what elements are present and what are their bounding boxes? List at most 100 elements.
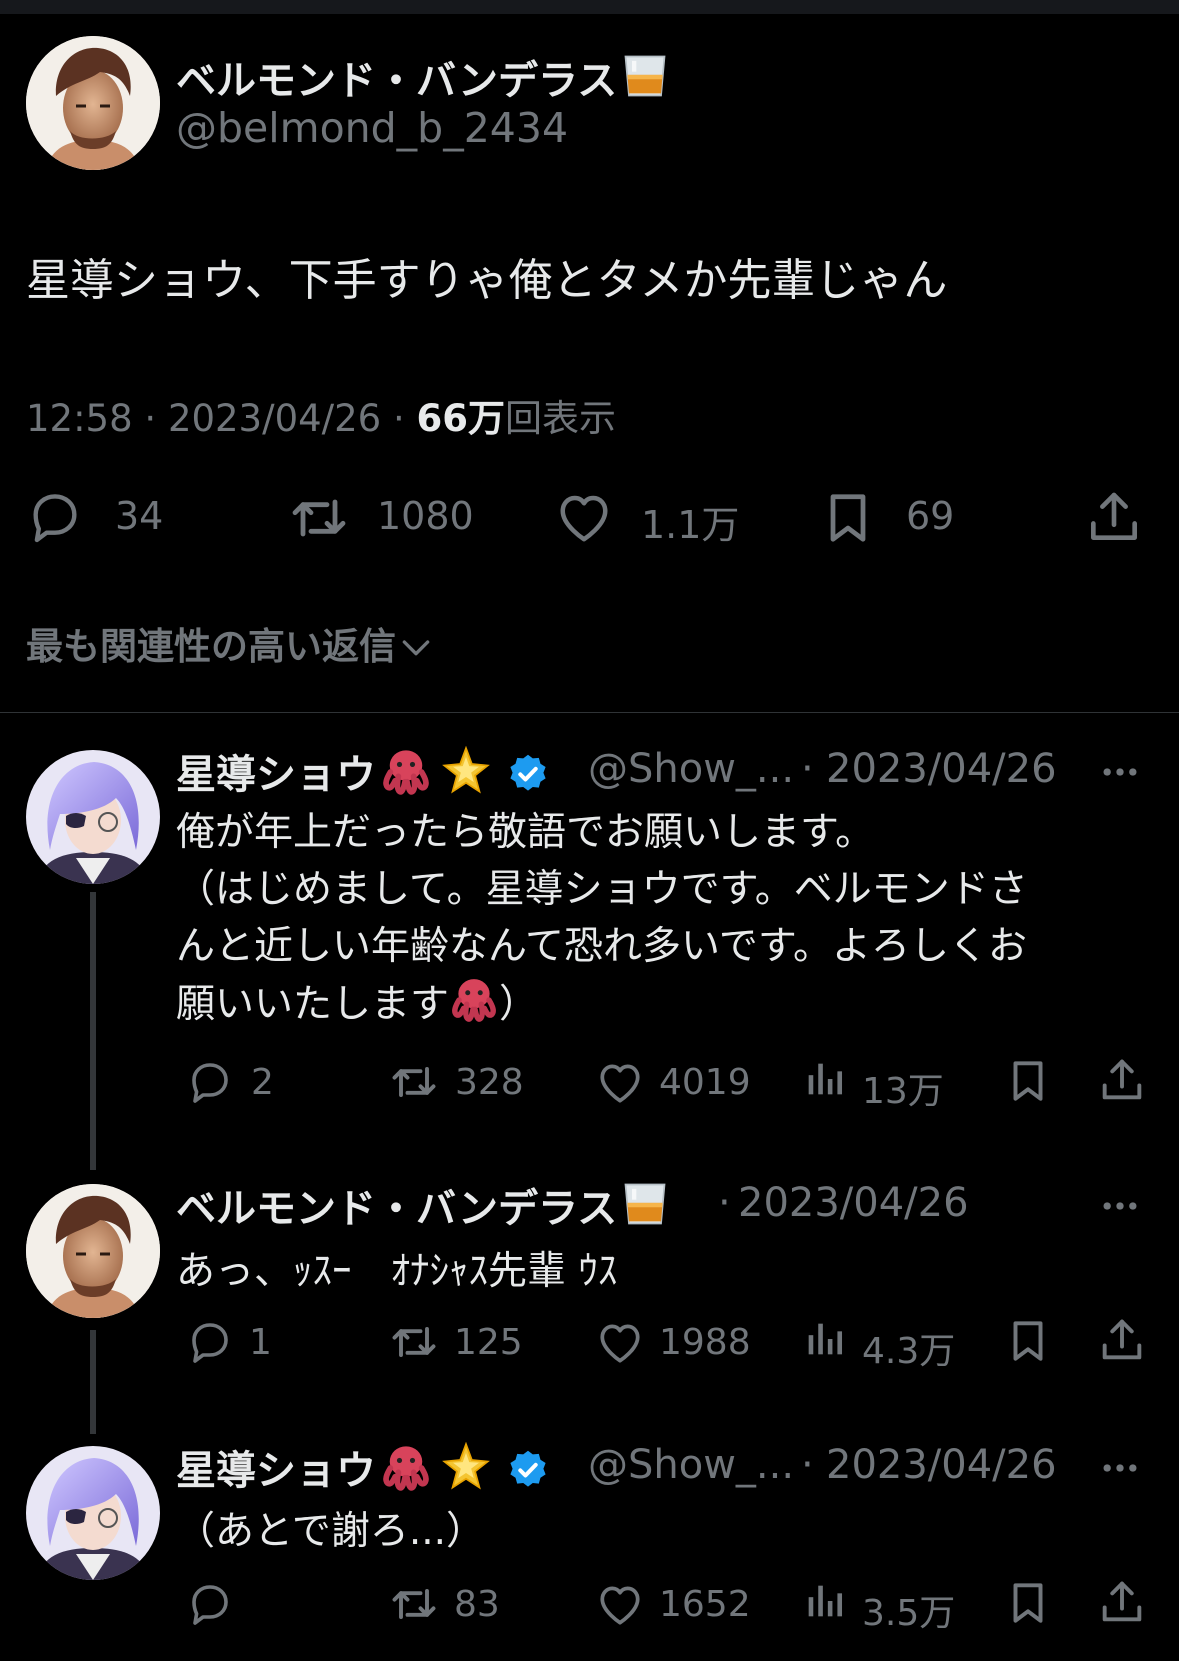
views-icon bbox=[808, 1585, 843, 1617]
tweet-time: 12:58 bbox=[26, 397, 133, 440]
view-count: 3.5万 bbox=[862, 1593, 956, 1634]
separator: · bbox=[801, 1442, 814, 1488]
octopus-icon bbox=[449, 975, 499, 1025]
avatar[interactable] bbox=[26, 1184, 160, 1318]
reply-icon bbox=[192, 1323, 228, 1363]
separator: · bbox=[801, 746, 814, 792]
reply-date[interactable]: 2023/04/26 bbox=[826, 1442, 1057, 1488]
views-button[interactable] bbox=[801, 1578, 847, 1624]
more-options-button[interactable] bbox=[1098, 1184, 1142, 1228]
reply-button[interactable] bbox=[186, 1318, 234, 1366]
share-button[interactable] bbox=[1096, 1576, 1148, 1628]
more-icon bbox=[1103, 1202, 1137, 1210]
retweet-button[interactable] bbox=[287, 486, 351, 550]
bookmark-button[interactable] bbox=[1003, 1578, 1053, 1628]
bookmark-icon bbox=[1013, 1061, 1043, 1101]
sparkle-star-icon bbox=[440, 746, 492, 798]
more-options-button[interactable] bbox=[1098, 1446, 1142, 1490]
author-handle[interactable]: @belmond_b_2434 bbox=[176, 104, 568, 152]
tweet-meta: 12:58 · 2023/04/26 · 66万回表示 bbox=[26, 397, 616, 440]
reply-count: 1 bbox=[249, 1322, 272, 1363]
separator: · bbox=[718, 1180, 731, 1226]
views-button[interactable] bbox=[801, 1316, 847, 1362]
share-button[interactable] bbox=[1096, 1054, 1148, 1106]
bookmark-icon bbox=[1013, 1583, 1043, 1623]
avatar[interactable] bbox=[26, 1446, 160, 1580]
whisky-glass-icon bbox=[619, 50, 671, 102]
like-count: 1988 bbox=[659, 1322, 751, 1363]
like-count: 1.1万 bbox=[641, 503, 740, 547]
retweet-button[interactable] bbox=[388, 1056, 440, 1108]
sparkle-star-icon bbox=[440, 1442, 492, 1494]
verified-badge-icon bbox=[506, 752, 550, 796]
octopus-icon bbox=[380, 746, 432, 798]
bookmark-count: 69 bbox=[906, 494, 955, 538]
reply-date[interactable]: 2023/04/26 bbox=[826, 746, 1057, 792]
tweet-date[interactable]: 2023/04/26 bbox=[168, 397, 381, 440]
like-button[interactable] bbox=[595, 1058, 645, 1108]
bookmark-icon bbox=[818, 488, 878, 548]
author-name-row: 星導ショウ bbox=[176, 742, 550, 800]
author-name: 星導ショウ bbox=[176, 1448, 376, 1494]
reply-sort-label: 最も関連性の高い返信 bbox=[26, 625, 396, 668]
retweet-icon bbox=[287, 486, 351, 550]
like-button[interactable] bbox=[595, 1580, 645, 1630]
like-icon bbox=[554, 488, 614, 548]
author-handle[interactable]: @Show_... bbox=[588, 1442, 794, 1488]
verified-badge-icon bbox=[506, 1448, 550, 1492]
view-count: 13万 bbox=[862, 1071, 944, 1112]
avatar[interactable] bbox=[26, 750, 160, 884]
retweet-button[interactable] bbox=[388, 1578, 440, 1630]
like-icon bbox=[600, 1324, 640, 1363]
view-count: 66万 bbox=[416, 397, 506, 440]
tweet-text: 星導ショウ、下手すりゃ俺とタメか先輩じゃん bbox=[26, 255, 948, 306]
reply-button[interactable] bbox=[186, 1580, 234, 1628]
author-name-row: 星導ショウ bbox=[176, 1438, 550, 1496]
reply-text: あっ、ｯｽｰ ｵﾅｼｬｽ先輩 ｳｽ bbox=[176, 1249, 618, 1294]
reply-button[interactable] bbox=[186, 1058, 234, 1106]
author-name: ベルモンド・バンデラス bbox=[176, 58, 618, 104]
author-name: ベルモンド・バンデラス bbox=[176, 1186, 618, 1232]
reply-icon bbox=[26, 488, 84, 546]
reply-text: （あとで謝ろ...） bbox=[176, 1509, 486, 1554]
views-button[interactable] bbox=[801, 1056, 847, 1102]
retweet-count: 125 bbox=[454, 1322, 523, 1363]
retweet-button[interactable] bbox=[388, 1316, 440, 1368]
reply-sort-dropdown[interactable]: 最も関連性の高い返信 bbox=[26, 616, 436, 670]
retweet-icon bbox=[392, 1327, 436, 1357]
retweet-icon bbox=[392, 1589, 436, 1619]
reply-count: 34 bbox=[115, 494, 164, 538]
whisky-glass-icon bbox=[619, 1178, 671, 1230]
more-icon bbox=[1103, 768, 1137, 776]
bookmark-icon bbox=[1013, 1321, 1043, 1361]
bookmark-button[interactable] bbox=[1003, 1056, 1053, 1106]
reply-button[interactable] bbox=[26, 488, 84, 546]
more-options-button[interactable] bbox=[1098, 750, 1142, 794]
more-icon bbox=[1103, 1464, 1137, 1472]
author-handle[interactable]: @Show_... bbox=[588, 746, 794, 792]
like-button[interactable] bbox=[554, 488, 614, 548]
retweet-count: 83 bbox=[454, 1584, 500, 1625]
like-button[interactable] bbox=[595, 1318, 645, 1368]
reply-date[interactable]: 2023/04/26 bbox=[738, 1180, 969, 1226]
like-icon bbox=[600, 1064, 640, 1103]
avatar[interactable] bbox=[26, 36, 160, 170]
retweet-icon bbox=[392, 1067, 436, 1097]
retweet-count: 1080 bbox=[377, 494, 474, 538]
share-button[interactable] bbox=[1083, 486, 1145, 548]
views-icon bbox=[808, 1063, 843, 1095]
reply-count: 2 bbox=[251, 1062, 274, 1103]
bookmark-button[interactable] bbox=[1003, 1316, 1053, 1366]
share-icon bbox=[1102, 1581, 1142, 1622]
like-count: 1652 bbox=[659, 1584, 751, 1625]
bookmark-button[interactable] bbox=[818, 488, 878, 548]
thread-line bbox=[90, 892, 96, 1170]
share-button[interactable] bbox=[1096, 1314, 1148, 1366]
view-count-label: 回表示 bbox=[505, 397, 616, 440]
divider bbox=[0, 712, 1179, 713]
share-icon bbox=[1102, 1319, 1142, 1360]
like-count: 4019 bbox=[659, 1062, 751, 1103]
like-icon bbox=[600, 1586, 640, 1625]
author-name: 星導ショウ bbox=[176, 752, 376, 798]
reply-icon bbox=[192, 1585, 228, 1625]
